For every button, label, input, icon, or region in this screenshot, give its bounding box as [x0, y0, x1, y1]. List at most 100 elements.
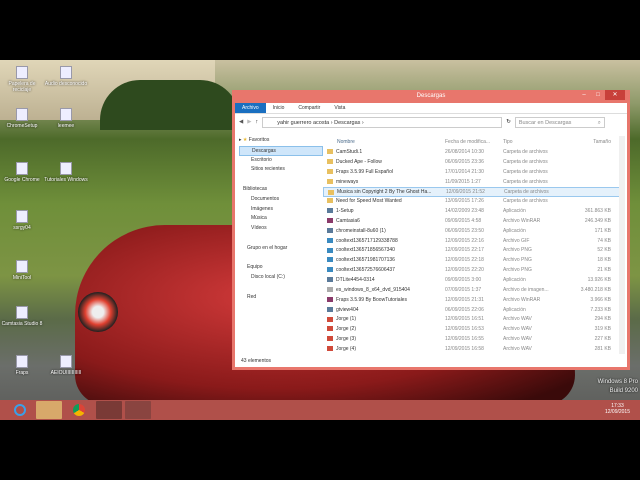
nav-favoritos[interactable]: ▸ ★ Favoritos [239, 136, 323, 146]
desktop-icon[interactable]: ChromeSetup [0, 108, 44, 129]
tab-vista[interactable]: Vista [327, 103, 352, 113]
clock[interactable]: 17:33 12/09/2015 [605, 403, 630, 415]
file-size: 18 KB [597, 257, 611, 264]
desktop-icon[interactable]: Papelera de reciclaje [0, 66, 44, 93]
file-row[interactable]: cooltext136572576606437 12/09/2015 22:20… [323, 266, 621, 276]
desktop-icon[interactable]: Camtasia Studio 8 [0, 306, 44, 327]
forward-icon[interactable]: ▶ [247, 119, 251, 125]
title-bar[interactable]: Descargas – □ ✕ [235, 90, 627, 103]
file-date: 12/09/2015 22:18 [445, 257, 484, 264]
tab-inicio[interactable]: Inicio [266, 103, 292, 113]
file-date: 12/09/2015 16:55 [445, 336, 484, 343]
file-row[interactable]: Need for Speed Most Wanted 13/09/2015 17… [323, 197, 621, 207]
column-size[interactable]: Tamaño [555, 136, 611, 148]
desktop-icon[interactable]: Fraps [0, 355, 44, 376]
app-taskbar-icon[interactable] [96, 401, 122, 419]
file-name: Camtasia6 [336, 217, 360, 224]
file-row[interactable]: cooltext136571981707136 12/09/2015 22:18… [323, 256, 621, 266]
file-size: 246.349 KB [584, 217, 611, 224]
chrome-taskbar-icon[interactable] [66, 401, 92, 419]
file-row[interactable]: mineways 11/09/2015 1:27 Carpeta de arch… [323, 178, 621, 188]
file-row[interactable]: cooltext1365717129338788 12/09/2015 22:1… [323, 237, 621, 247]
window-title: Descargas [416, 93, 446, 99]
desktop-icon[interactable]: Google Chrome [0, 162, 44, 183]
desktop-icon[interactable]: AEIOUIIIIIIIIIII [44, 355, 88, 376]
file-size: 171 KB [594, 227, 611, 234]
file-row[interactable]: cooltext136571856567340 12/09/2015 22:17… [323, 246, 621, 256]
nav-disco-local[interactable]: Disco local (C:) [239, 273, 323, 283]
refresh-icon[interactable]: ↻ [506, 119, 511, 125]
column-date[interactable]: Fecha de modifica... [445, 136, 503, 148]
app-taskbar-icon[interactable] [125, 401, 151, 419]
file-row[interactable]: Camtasia6 09/09/2015 4:58 Archivo WinRAR… [323, 217, 621, 227]
nav-videos[interactable]: Vídeos [239, 224, 323, 234]
file-row[interactable]: chromeinstall-8u60 (1) 06/09/2015 23:50 … [323, 227, 621, 237]
minimize-button[interactable]: – [577, 90, 591, 100]
tab-compartir[interactable]: Compartir [291, 103, 327, 113]
file-row[interactable]: Jorge (4) 12/09/2015 16:58 Archivo WAV 2… [323, 345, 621, 355]
nav-red[interactable]: Red [239, 293, 323, 303]
breadcrumb-descargas[interactable]: Descargas [334, 120, 360, 126]
file-name: 1-Setup [336, 208, 354, 215]
file-size: 52 KB [597, 247, 611, 254]
desktop-icon[interactable]: leemee [44, 108, 88, 129]
wallpaper-car-light [78, 292, 118, 332]
column-name[interactable]: Nombre [323, 136, 445, 148]
desktop-icon-label: Google Chrome [4, 177, 40, 183]
nav-escritorio[interactable]: Escritorio [239, 156, 323, 166]
file-name: cooltext1365717129338788 [336, 237, 398, 244]
ie-taskbar-icon[interactable] [8, 401, 32, 419]
nav-equipo[interactable]: Equipo [239, 263, 323, 273]
address-bar[interactable]: yahir guerrero acosta › Descargas › [262, 116, 503, 128]
up-icon[interactable]: ↑ [255, 119, 258, 125]
file-row[interactable]: DTLite4454-0314 09/09/2015 3:00 Aplicaci… [323, 276, 621, 286]
desktop-icon[interactable]: Audio desconocido [44, 66, 88, 87]
file-date: 26/08/2014 10:30 [445, 149, 484, 155]
file-date: 09/09/2015 4:58 [445, 217, 482, 224]
nav-imagenes[interactable]: Imágenes [239, 205, 323, 215]
nav-grupo-hogar[interactable]: Grupo en el hogar [239, 244, 323, 254]
file-row[interactable]: CamStudi.1 26/08/2014 10:30 Carpeta de a… [323, 148, 621, 158]
file-row[interactable]: Jorge (2) 12/09/2015 16:53 Archivo WAV 3… [323, 325, 621, 335]
file-row[interactable]: 1-Setup 14/02/2009 23:48 Aplicación 361.… [323, 207, 621, 217]
nav-musica[interactable]: Música [239, 214, 323, 224]
back-icon[interactable]: ◀ [239, 119, 243, 125]
desktop-icon[interactable]: Tutoriales Windows [44, 162, 88, 183]
file-row[interactable]: Ducked Ape - Follow 06/09/2015 23:36 Car… [323, 158, 621, 168]
nav-descargas[interactable]: Descargas [239, 145, 323, 156]
tab-archivo[interactable]: Archivo [235, 103, 266, 113]
maximize-button[interactable]: □ [591, 90, 605, 100]
nav-bibliotecas[interactable]: Bibliotecas [239, 185, 323, 195]
file-row[interactable]: Fraps 3.5.99 Full Español 17/01/2014 21:… [323, 168, 621, 178]
scrollbar[interactable] [619, 136, 625, 354]
close-button[interactable]: ✕ [605, 90, 625, 100]
file-size [555, 178, 611, 188]
watermark-line: Windows 8 Pro [597, 379, 638, 385]
windows-watermark: Windows 8 Pro Build 9200 [598, 378, 638, 396]
nav-documentos[interactable]: Documentos [239, 195, 323, 205]
file-row[interactable]: Fraps 3.5.99 By BoowTutoriales 12/09/201… [323, 296, 621, 306]
desktop-icon[interactable]: ssrgy04 [0, 210, 44, 231]
file-row[interactable]: Jorge (3) 12/09/2015 16:55 Archivo WAV 2… [323, 335, 621, 345]
file-name: Jorge (2) [336, 326, 357, 333]
file-row[interactable]: Jorge (1) 12/09/2015 16:51 Archivo WAV 2… [323, 315, 621, 325]
file-row[interactable]: gtview404 06/09/2015 22:06 Aplicación 7.… [323, 306, 621, 316]
file-name: DTLite4454-0314 [336, 276, 375, 283]
search-input[interactable]: Buscar en Descargas ⌕ [514, 116, 605, 128]
file-type: Carpeta de archivos [504, 189, 549, 196]
file-date: 06/09/2015 22:06 [445, 306, 484, 313]
file-row[interactable]: Musica sin Copyright 2 By The Ghost Ha..… [323, 187, 621, 198]
file-name: Fraps 3.5.99 By BoowTutoriales [336, 296, 407, 303]
file-row[interactable]: es_windows_8_x64_dvd_915404 07/09/2015 1… [323, 286, 621, 296]
desktop-icon[interactable]: MiniTool [0, 260, 44, 281]
audio-icon [327, 316, 333, 322]
breadcrumb-user[interactable]: yahir guerrero acosta [277, 120, 329, 126]
file-name: cooltext136572576606437 [336, 267, 395, 274]
file-date: 12/09/2015 16:51 [445, 316, 484, 323]
column-type[interactable]: Tipo [503, 136, 555, 148]
file-date: 12/09/2015 22:16 [445, 237, 484, 244]
explorer-taskbar-icon[interactable] [36, 401, 62, 419]
ribbon-tabs: Archivo Inicio Compartir Vista [235, 103, 627, 114]
file-name: chromeinstall-8u60 (1) [336, 227, 386, 234]
nav-sitios-recientes[interactable]: Sitios recientes [239, 165, 323, 175]
